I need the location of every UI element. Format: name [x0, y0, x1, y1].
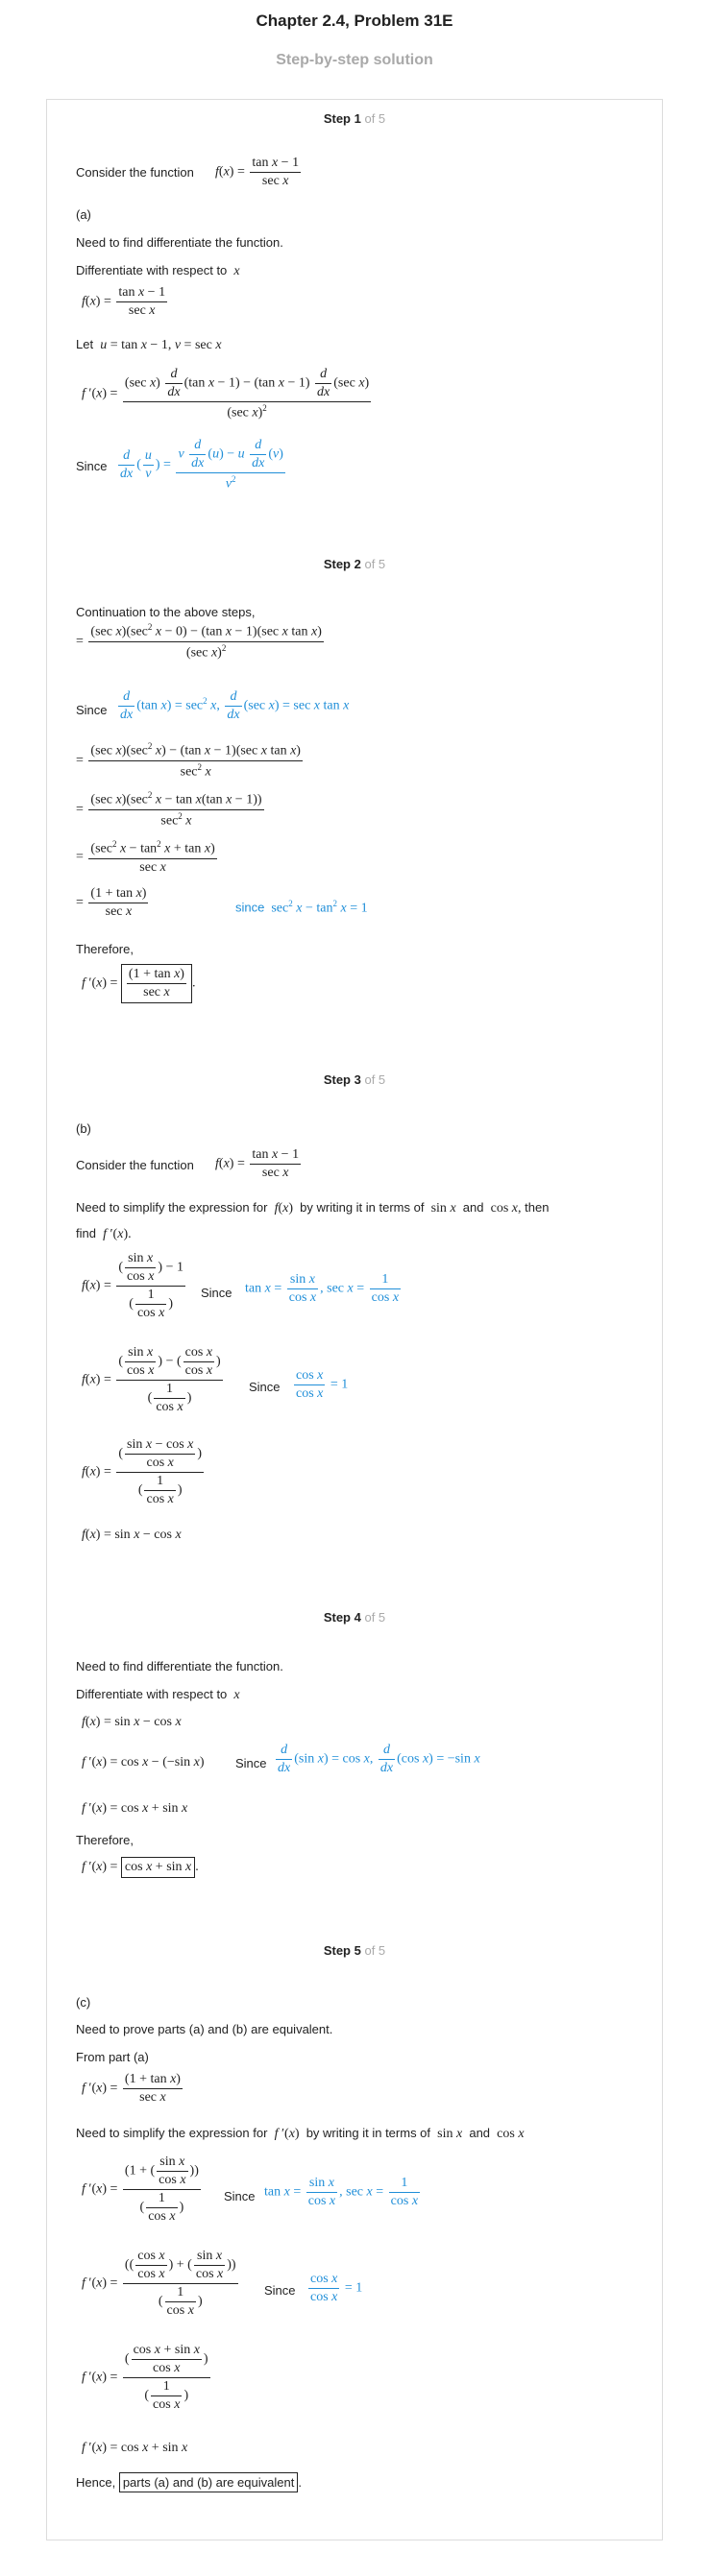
s1-part-a: (a): [76, 207, 91, 222]
s4-therefore: Therefore,: [76, 1833, 134, 1847]
s5-eq1: f ′(x) = (1 + tan x) sec x: [82, 2072, 183, 2105]
s3-eq3: f(x) = (sin x − cos x cos x)(1 cos x): [82, 1437, 205, 1506]
step-count: of 5: [364, 1610, 386, 1625]
step-5-card: Step 5 of 5 (c) Need to prove parts (a) …: [46, 1932, 663, 2540]
s5-final-box: parts (a) and (b) are equivalent: [118, 2472, 299, 2492]
step-label: Step 5: [323, 1943, 361, 1958]
s3-since2: Since: [249, 1380, 281, 1394]
s2-derivs: d dx (tan x) = sec2 x, d dx (sec x) = sec x …: [118, 689, 350, 722]
s1-consider: Consider the function: [76, 165, 194, 180]
s2-result: f ′(x) = (1 + tan x) sec x.: [82, 964, 195, 1003]
s5-part-c: (c): [76, 1995, 91, 2010]
step-label: Step 4: [323, 1610, 361, 1625]
step-count: of 5: [364, 1072, 386, 1087]
s3-since1: Since: [201, 1286, 232, 1300]
s3-function: f(x) = tan x − 1 sec x: [215, 1147, 302, 1180]
s1-need: Need to find differentiate the function.: [76, 235, 283, 250]
step-count: of 5: [364, 557, 386, 571]
s3-eq2: f(x) = (sin x cos x) − (cos x cos x)(1 cos …: [82, 1345, 223, 1414]
step-4-heading: Step 4 of 5: [47, 1610, 662, 1625]
s2-eq2: = (sec x)(sec2 x) − (tan x − 1)(sec x ta…: [76, 741, 303, 780]
s5-hence: Hence, parts (a) and (b) are equivalent.: [76, 2472, 302, 2492]
s2-identity: since sec2 x − tan2 x = 1: [235, 899, 368, 916]
step-3-card: Step 3 of 5 (b) Consider the function f(…: [46, 1061, 663, 1600]
step-label: Step 3: [323, 1072, 361, 1087]
s1-eq1: f(x) = tan x − 1 sec x: [82, 285, 168, 318]
s5-ids2: cos x cos x = 1: [308, 2272, 363, 2304]
page-title: Chapter 2.4, Problem 31E: [256, 12, 453, 30]
step-5-heading: Step 5 of 5: [47, 1943, 662, 1958]
step-4-card: Step 4 of 5 Need to find differentiate t…: [46, 1599, 663, 1933]
s4-need: Need to find differentiate the function.: [76, 1659, 283, 1673]
s4-since: Since: [235, 1756, 267, 1770]
s2-eq1: = (sec x)(sec2 x − 0) − (tan x − 1)(sec …: [76, 622, 324, 661]
s5-simplify: Need to simplify the expression for f ′(…: [76, 2126, 525, 2141]
s5-eq2: f ′(x) = (1 + (sin x cos x))(1 cos x): [82, 2155, 201, 2224]
step-3-heading: Step 3 of 5: [47, 1072, 662, 1087]
s1-diff: Differentiate with respect to x: [76, 263, 240, 278]
s5-eq4: f ′(x) = (cos x + sin x cos x)(1 cos x): [82, 2343, 210, 2412]
s3-ids1: tan x = sin x cos x, sec x = 1 cos x: [245, 1272, 402, 1305]
s3-part-b: (b): [76, 1121, 91, 1136]
step-count: of 5: [364, 1943, 386, 1958]
s5-from: From part (a): [76, 2050, 149, 2064]
step-label: Step 1: [323, 111, 361, 126]
step-1-heading: Step 1 of 5: [47, 111, 662, 126]
step-count: of 5: [364, 111, 386, 126]
step-2-heading: Step 2 of 5: [47, 557, 662, 571]
s2-cont: Continuation to the above steps,: [76, 605, 256, 619]
s5-since1: Since: [224, 2189, 256, 2203]
s5-eq5: f ′(x) = cos x + sin x: [82, 2441, 188, 2455]
s5-ids1: tan x = sin x cos x, sec x = 1 cos x: [264, 2176, 421, 2208]
s1-eq2: f ′(x) = (sec x) d dx (tan x − 1) − (tan x…: [82, 367, 372, 421]
s4-eq1: f(x) = sin x − cos x: [82, 1715, 182, 1729]
s4-result: f ′(x) = cos x + sin x.: [82, 1857, 199, 1878]
s4-diff: Differentiate with respect to x: [76, 1687, 240, 1702]
s2-since: Since: [76, 703, 108, 717]
s2-eq3: = (sec x)(sec2 x − tan x(tan x − 1)) sec2…: [76, 790, 264, 829]
step-label: Step 2: [323, 557, 361, 571]
s5-since2: Since: [264, 2283, 296, 2298]
s1-let: Let u = tan x − 1, v = sec x: [76, 337, 222, 352]
s1-quotient-rule: d dx(u v) = v d dx (u) − u d dx (v) v2: [118, 438, 285, 492]
s4-derivs: d dx (sin x) = cos x, d dx (cos x) = −sin x: [276, 1743, 480, 1775]
s3-consider: Consider the function: [76, 1158, 194, 1172]
s1-function: f(x) = tan x − 1 sec x: [215, 156, 302, 188]
s3-result: f(x) = sin x − cos x: [82, 1528, 182, 1542]
s2-eq4: = (sec2 x − tan2 x + tan x) sec x: [76, 839, 217, 875]
s5-need: Need to prove parts (a) and (b) are equi…: [76, 2022, 333, 2036]
s4-eq3: f ′(x) = cos x + sin x: [82, 1801, 188, 1816]
s3-ids2: cos x cos x = 1: [294, 1368, 349, 1401]
step-1-card: Step 1 of 5 Consider the function f(x) =…: [46, 99, 663, 547]
s5-eq3: f ′(x) = ((cos x cos x) + (sin x cos x))(1…: [82, 2249, 238, 2318]
step-2-card: Step 2 of 5 Continuation to the above st…: [46, 545, 663, 1062]
s2-eq5: = (1 + tan x) sec x: [76, 886, 149, 919]
s2-therefore: Therefore,: [76, 942, 134, 956]
s3-eq1: f(x) = (sin x cos x) − 1(1 cos x): [82, 1251, 185, 1320]
s3-need: Need to simplify the expression for f(x)…: [76, 1200, 550, 1241]
page-subtitle: Step-by-step solution: [276, 52, 433, 68]
s4-eq2: f ′(x) = cos x − (−sin x): [82, 1755, 205, 1769]
s1-since: Since: [76, 459, 108, 473]
